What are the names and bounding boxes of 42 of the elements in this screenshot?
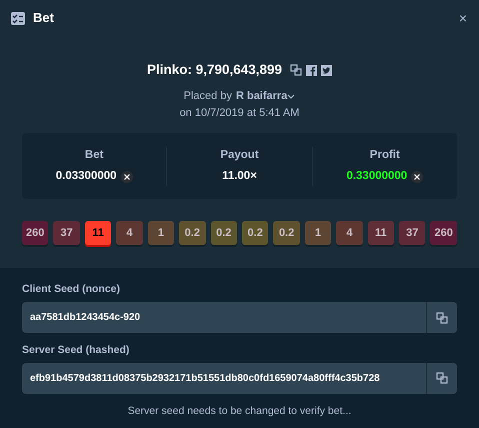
multiplier-bucket: 1 [304, 221, 332, 246]
chevron-down-icon[interactable] [287, 94, 296, 99]
bet-title: Plinko: 9,790,643,899 [146, 61, 282, 79]
stat-value: 0.33000000 [346, 169, 408, 184]
stat-value: 11.00× [222, 169, 257, 184]
seed-field[interactable]: efb91b4579d3811d08375b2932171b51551db80c0fd1659074a80fff4c35b728 [22, 362, 457, 394]
twitter-icon[interactable] [321, 64, 332, 76]
verify-note: Server seed needs to be changed to verify bet... [126, 404, 352, 419]
multiplier-bucket: 4 [336, 221, 363, 246]
stat-label: Payout [219, 148, 260, 163]
multiplier-bucket: 11 [368, 221, 394, 246]
copy-button[interactable] [426, 302, 457, 333]
copy-icon[interactable] [290, 64, 302, 76]
multiplier-bucket: 0.2 [242, 221, 268, 246]
seed-label: Server Seed (hashed) [22, 343, 130, 358]
multiplier-bucket: 0.2 [273, 221, 300, 246]
copy-button[interactable] [426, 362, 457, 394]
bet-date: on 10/7/2019 at 5:41 AM [180, 106, 300, 119]
currency-icon [120, 170, 133, 183]
facebook-icon[interactable] [306, 64, 318, 76]
multiplier-bucket: 1 [148, 221, 174, 246]
multiplier-bucket: 260 [430, 221, 457, 246]
multiplier-bucket: 0.2 [210, 221, 237, 246]
multiplier-bucket: 11 [84, 221, 112, 246]
multiplier-bucket: 4 [116, 221, 143, 246]
stat-label: Bet [84, 148, 104, 163]
multiplier-bucket: 37 [399, 221, 426, 246]
multiplier-bucket: 37 [53, 221, 80, 246]
bet-list-icon [11, 12, 25, 24]
seed-label: Client Seed (nonce) [22, 282, 122, 298]
copy-icon [436, 312, 448, 324]
close-button[interactable]: × [458, 11, 467, 25]
copy-icon [436, 372, 448, 384]
multiplier-bucket: 0.2 [179, 221, 206, 246]
stat-value: 0.03300000 [56, 169, 117, 184]
seed-field[interactable]: aa7581db1243454c-920 [22, 302, 457, 333]
currency-icon [411, 170, 424, 183]
user-link[interactable]: R baifarra [236, 88, 288, 105]
stat-label: Profit [368, 148, 401, 163]
multiplier-bucket: 260 [22, 221, 48, 246]
placed-by-text: Placed by [184, 89, 232, 104]
window-title: Bet [33, 9, 54, 28]
